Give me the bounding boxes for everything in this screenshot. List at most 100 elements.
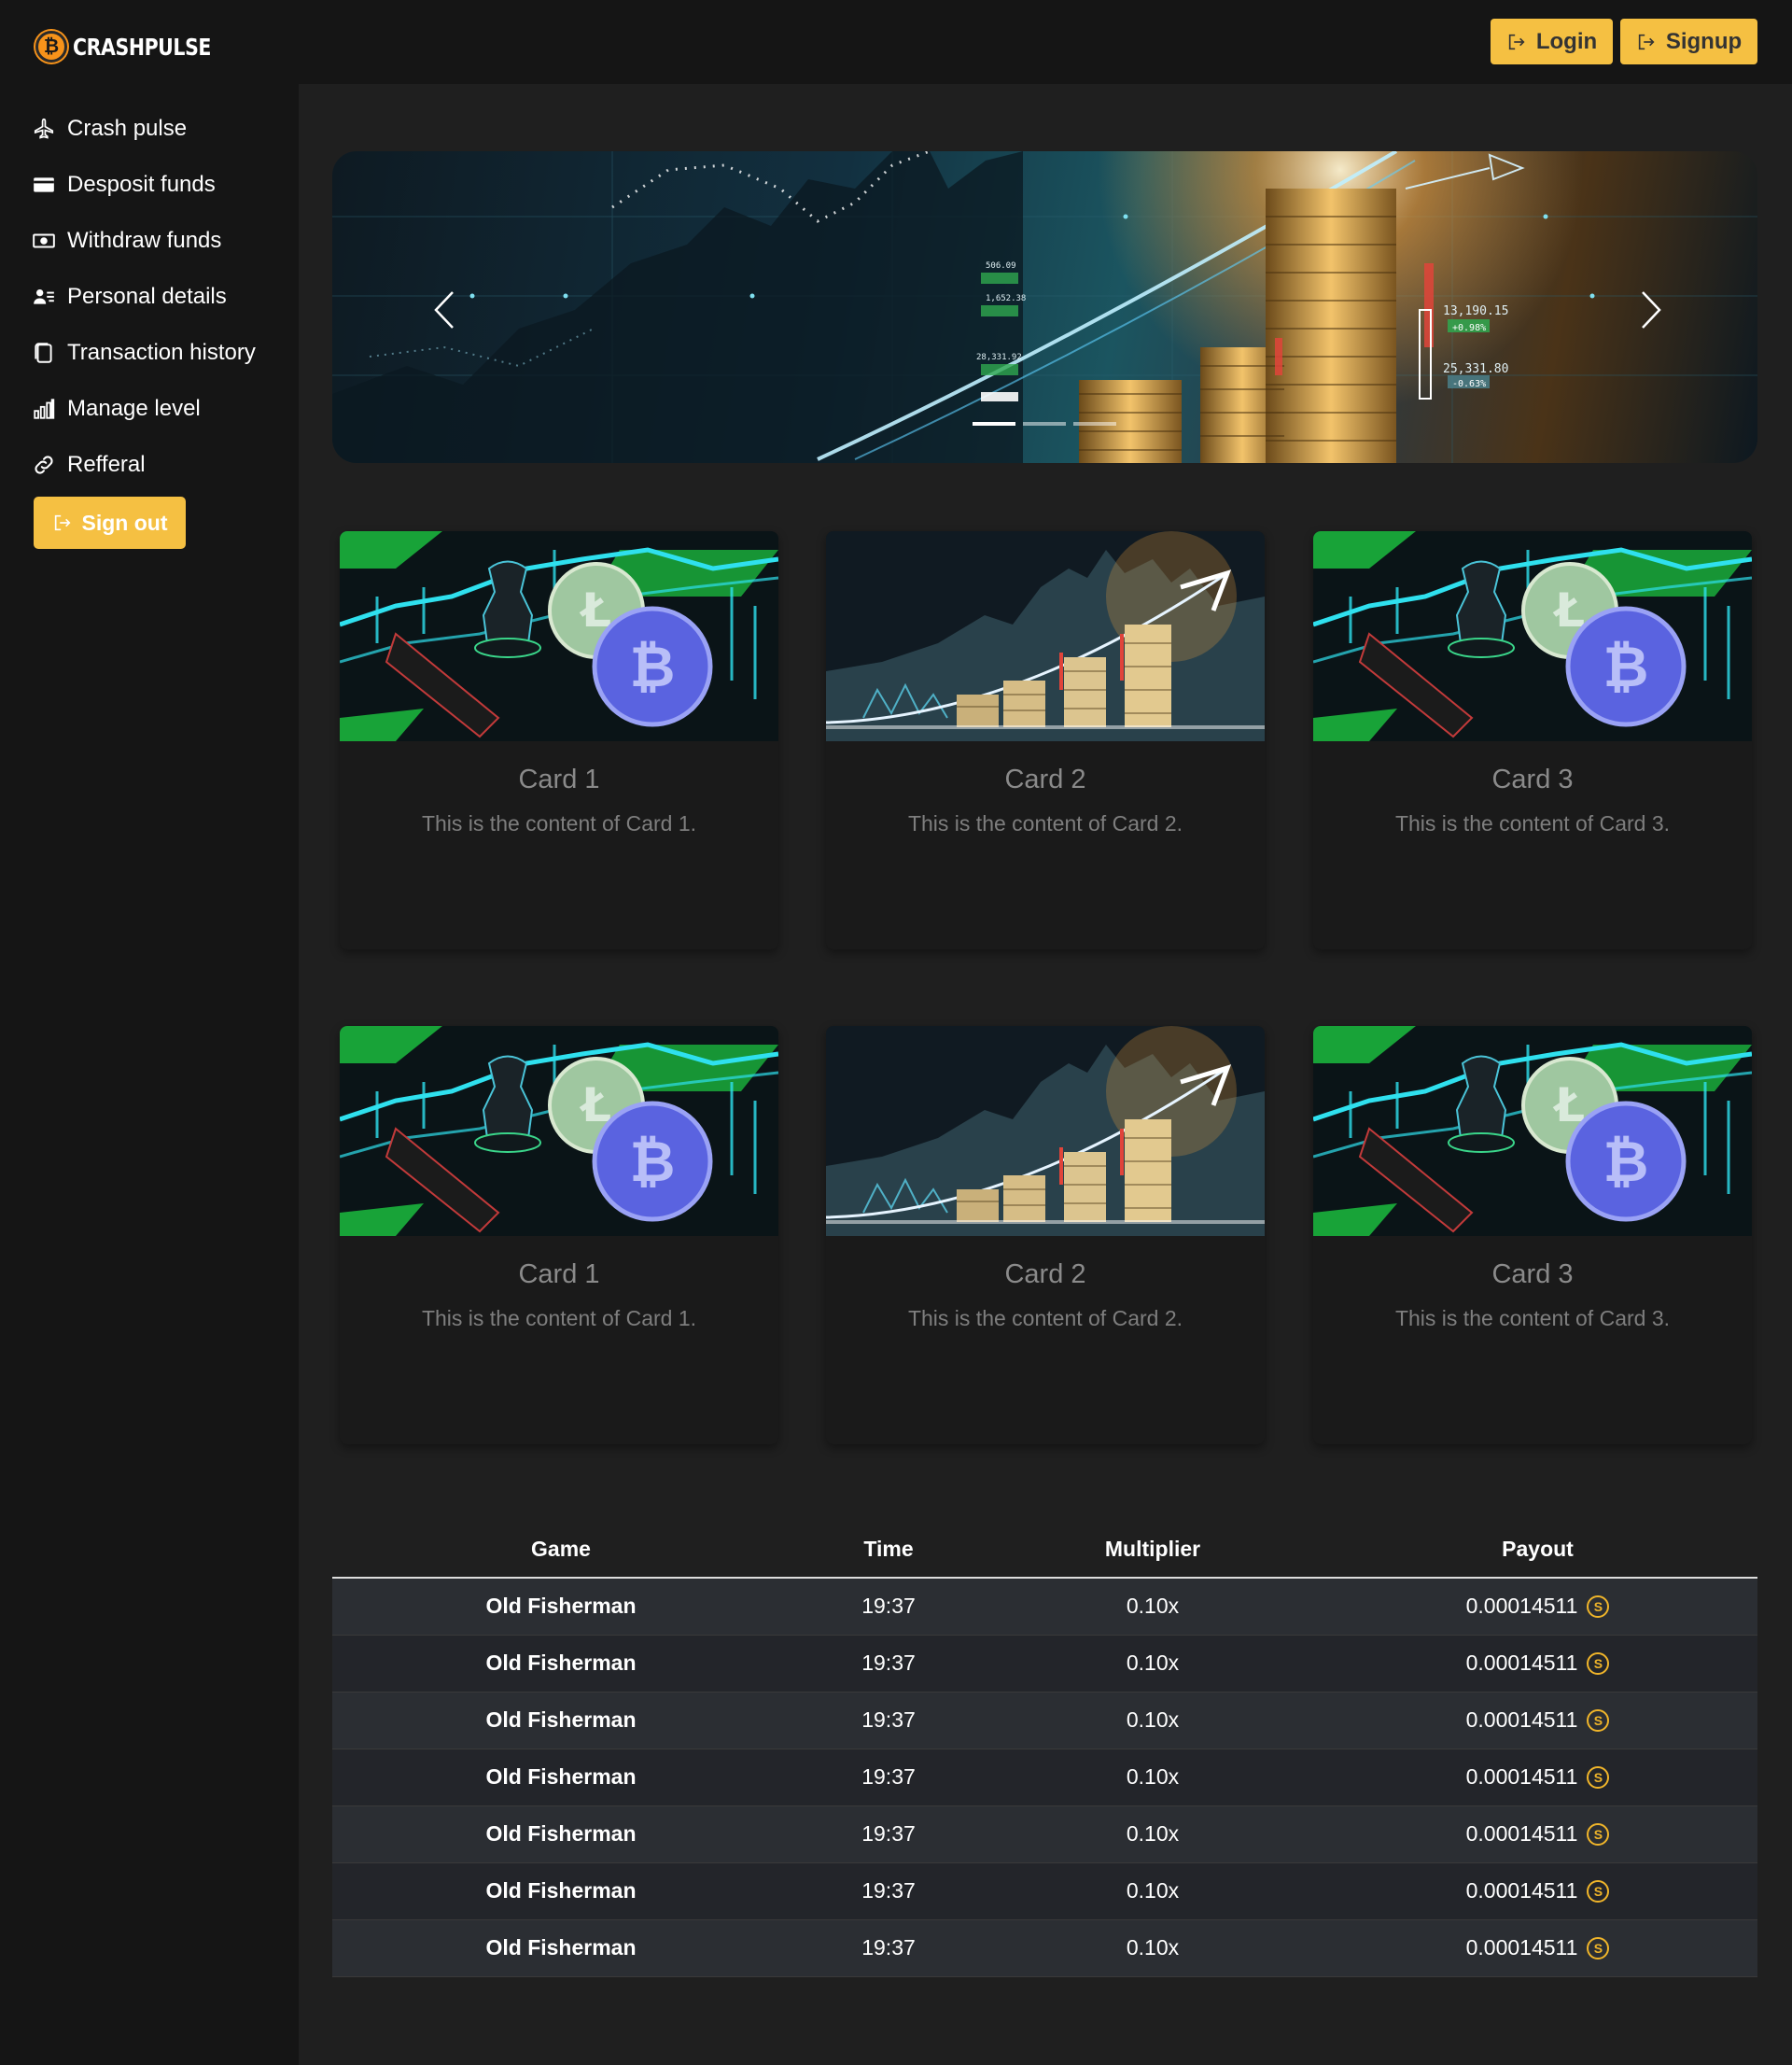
card[interactable]: Card 1 This is the content of Card 1. (340, 1026, 778, 1444)
payout-cell: 0.00014511 S (1318, 1919, 1757, 1977)
time-cell: 19:37 (790, 1749, 987, 1806)
login-button[interactable]: Login (1491, 19, 1613, 64)
brand-name: CRASHPULSE (73, 33, 212, 61)
sidebar-item-personal-details[interactable]: Personal details (32, 269, 284, 325)
time-cell: 19:37 (790, 1578, 987, 1636)
card-text: This is the content of Card 2. (907, 1306, 1183, 1330)
crypto-card-image (340, 1026, 778, 1236)
game-cell: Old Fisherman (332, 1578, 790, 1636)
signup-label: Signup (1665, 28, 1743, 54)
game-results-table: Game Time Multiplier Payout Old Fisherma… (332, 1522, 1757, 1977)
sidebar-item-deposit-funds[interactable]: Desposit funds (32, 157, 284, 213)
signup-button[interactable]: Signup (1620, 19, 1757, 64)
cash-icon (33, 233, 55, 248)
table-header-row: Game Time Multiplier Payout (332, 1522, 1757, 1579)
game-cell: Old Fisherman (332, 1805, 790, 1863)
card[interactable]: Card 1 This is the content of Card 1. (340, 531, 778, 949)
game-cell: Old Fisherman (332, 1862, 790, 1920)
person-lines-icon (34, 288, 54, 304)
sign-out-label: Sign out (81, 510, 168, 535)
card-title: Card 2 (1004, 1259, 1086, 1289)
payout-cell: 0.00014511 S (1318, 1805, 1757, 1863)
multiplier-cell: 0.10x (987, 1862, 1318, 1920)
card[interactable]: Card 2 This is the content of Card 2. (826, 1026, 1265, 1444)
card-title: Card 3 (1491, 1259, 1574, 1289)
hero-carousel[interactable]: 13,190.15 +0.98% 25,331.80 -0.63% 506.09… (332, 151, 1757, 463)
sidebar-item-label: Manage level (67, 396, 201, 421)
column-header-game: Game (332, 1522, 790, 1579)
game-cell: Old Fisherman (332, 1749, 790, 1806)
sidebar-item-manage-level[interactable]: Manage level (32, 381, 284, 437)
ticker-text: +0.98% (1452, 323, 1486, 333)
sidebar-item-label: Crash pulse (67, 116, 188, 141)
table-row: Old Fisherman 19:37 0.10x 0.00014511 S (332, 1635, 1757, 1693)
copy-icon (35, 343, 52, 363)
carousel-indicators (973, 422, 1116, 426)
sidebar-item-withdraw-funds[interactable]: Withdraw funds (32, 213, 284, 269)
ticker-text: 13,190.15 (1443, 304, 1508, 318)
carousel-indicator[interactable] (973, 422, 1015, 426)
crypto-card-image (340, 531, 778, 741)
ticker-text: 1,652.38 (986, 294, 1026, 303)
card[interactable]: Card 2 This is the content of Card 2. (826, 531, 1265, 949)
login-icon (1508, 34, 1525, 49)
sidebar-item-label: Refferal (67, 452, 146, 477)
table-row: Old Fisherman 19:37 0.10x 0.00014511 S (332, 1749, 1757, 1806)
game-cell: Old Fisherman (332, 1692, 790, 1749)
payout-value: 0.00014511 (1465, 1594, 1578, 1619)
table-row: Old Fisherman 19:37 0.10x 0.00014511 S (332, 1805, 1757, 1863)
payout-value: 0.00014511 (1465, 1935, 1578, 1960)
game-cell: Old Fisherman (332, 1919, 790, 1977)
bitcoin-logo-icon: ₿ (35, 31, 67, 63)
column-header-multiplier: Multiplier (987, 1522, 1318, 1579)
card-title: Card 3 (1491, 765, 1574, 794)
link-icon (35, 456, 53, 474)
card-text: This is the content of Card 1. (421, 1306, 697, 1330)
carousel-prev-button[interactable] (426, 282, 463, 338)
card-text: This is the content of Card 3. (1394, 1306, 1671, 1330)
brand-logo[interactable]: ₿ CRASHPULSE (35, 28, 242, 65)
column-header-payout: Payout (1318, 1522, 1757, 1579)
hero-finance-image: 13,190.15 +0.98% 25,331.80 -0.63% 506.09… (332, 151, 1757, 463)
card-text: This is the content of Card 2. (907, 811, 1183, 836)
table-row: Old Fisherman 19:37 0.10x 0.00014511 S (332, 1692, 1757, 1749)
carousel-indicator[interactable] (1073, 422, 1116, 426)
login-label: Login (1535, 28, 1598, 54)
chevron-left-icon (434, 291, 454, 329)
carousel-next-button[interactable] (1632, 282, 1670, 338)
sidebar-item-label: Transaction history (67, 340, 256, 365)
payout-value: 0.00014511 (1465, 1764, 1578, 1789)
multiplier-cell: 0.10x (987, 1578, 1318, 1636)
sign-out-button[interactable]: Sign out (34, 497, 186, 549)
top-header: Login Signup (299, 0, 1792, 84)
sidebar-item-label: Desposit funds (67, 172, 216, 197)
coin-icon: S (1587, 1936, 1610, 1960)
multiplier-cell: 0.10x (987, 1635, 1318, 1693)
sidebar-item-label: Withdraw funds (67, 228, 222, 253)
sign-out-icon (54, 514, 71, 531)
payout-cell: 0.00014511 S (1318, 1578, 1757, 1636)
coin-icon: S (1587, 1651, 1610, 1675)
card-title: Card 1 (518, 1259, 600, 1289)
ticker-text: -0.63% (1452, 379, 1486, 389)
time-cell: 19:37 (790, 1692, 987, 1749)
table-row: Old Fisherman 19:37 0.10x 0.00014511 S (332, 1919, 1757, 1977)
multiplier-cell: 0.10x (987, 1749, 1318, 1806)
coin-icon: S (1587, 1879, 1610, 1903)
chevron-right-icon (1642, 291, 1661, 329)
coins-chart-card-image (826, 1026, 1265, 1236)
sidebar-item-referral[interactable]: Refferal (32, 437, 284, 493)
game-cell: Old Fisherman (332, 1635, 790, 1693)
card[interactable]: Card 3 This is the content of Card 3. (1313, 1026, 1752, 1444)
multiplier-cell: 0.10x (987, 1805, 1318, 1863)
carousel-indicator[interactable] (1023, 422, 1066, 426)
payout-value: 0.00014511 (1465, 1651, 1578, 1675)
sidebar-item-transaction-history[interactable]: Transaction history (32, 325, 284, 381)
table-row: Old Fisherman 19:37 0.10x 0.00014511 S (332, 1578, 1757, 1636)
signup-icon (1638, 34, 1655, 49)
column-header-time: Time (790, 1522, 987, 1579)
payout-value: 0.00014511 (1465, 1707, 1578, 1732)
card-text: This is the content of Card 3. (1394, 811, 1671, 836)
card[interactable]: Card 3 This is the content of Card 3. (1313, 531, 1752, 949)
sidebar-item-crash-pulse[interactable]: Crash pulse (32, 101, 284, 157)
